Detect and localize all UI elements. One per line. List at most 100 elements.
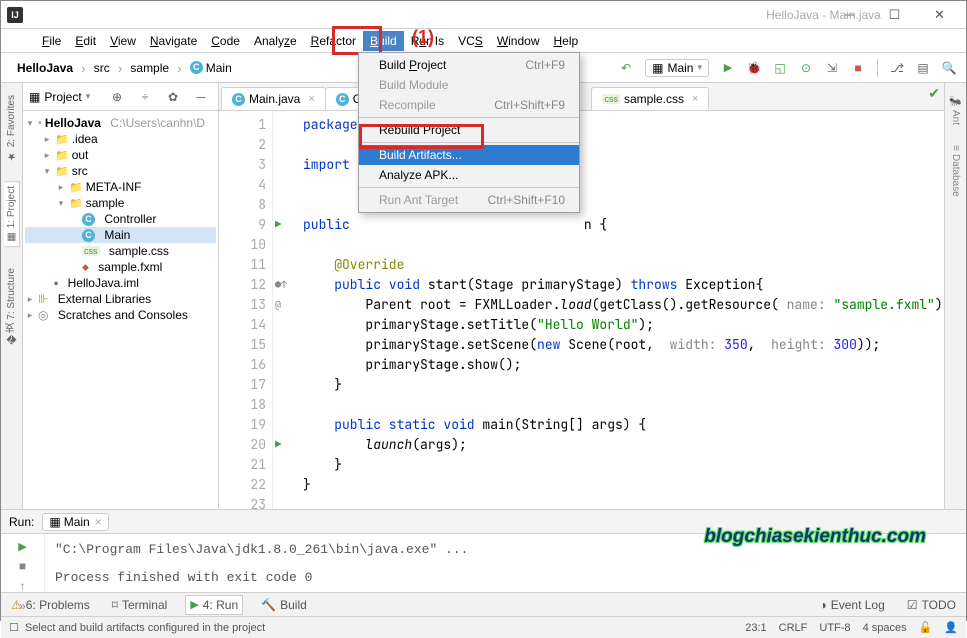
class-icon: C <box>336 93 349 106</box>
tree-samplecss[interactable]: css sample.css <box>25 243 216 259</box>
breadcrumb: HelloJava › src › sample › CMain <box>7 59 236 77</box>
bc-main[interactable]: CMain <box>186 59 236 77</box>
tree-controller[interactable]: C Controller <box>25 211 216 227</box>
tree-metainf[interactable]: ▸📁META-INF <box>25 179 216 195</box>
menu-edit[interactable]: Edit <box>68 31 103 51</box>
side-tab-favorites[interactable]: ★2: Favorites <box>4 91 19 165</box>
warning-icon: ⚠ <box>11 598 22 612</box>
class-icon: C <box>232 93 245 106</box>
menu-window[interactable]: Window <box>490 31 547 51</box>
window-title: HelloJava - Main.java <box>766 8 881 22</box>
tab-main[interactable]: CMain.java× <box>221 87 326 110</box>
lock-icon[interactable]: 🔓 <box>919 621 933 634</box>
menu-navigate[interactable]: Navigate <box>143 31 204 51</box>
project-view-icon: ▦ <box>29 90 40 104</box>
menu-refactor[interactable]: Refactor <box>304 31 363 51</box>
code-editor[interactable]: 1234891011121314151617181920212223 ▶●↑ @… <box>219 111 944 509</box>
menu-analyze[interactable]: Analyze <box>247 31 304 51</box>
bt-build[interactable]: 🔨Build <box>257 596 311 614</box>
rerun-button[interactable]: ▶ <box>18 540 26 553</box>
iml-icon: ▪ <box>54 276 58 290</box>
menu-code[interactable]: Code <box>204 31 247 51</box>
hide-icon[interactable]: ─ <box>190 86 212 108</box>
gear-icon[interactable]: ✿ <box>162 86 184 108</box>
chevron-right-icon: › <box>81 60 86 76</box>
collapse-icon[interactable]: ÷ <box>134 86 156 108</box>
menu-file[interactable]: File <box>35 31 68 51</box>
bc-project[interactable]: HelloJava <box>13 59 77 77</box>
encoding[interactable]: UTF-8 <box>819 622 850 634</box>
menu-vcs[interactable]: VCS <box>451 31 490 51</box>
line-gutter: 1234891011121314151617181920212223 <box>219 111 273 509</box>
close-button[interactable]: ✕ <box>917 2 962 28</box>
side-tab-project[interactable]: ▦1: Project <box>4 181 20 247</box>
tab-samplecss[interactable]: csssample.css× <box>591 87 709 110</box>
run-panel-title: Run: <box>9 515 34 529</box>
tree-sample[interactable]: ▾📁sample <box>25 195 216 211</box>
chevron-right-icon: › <box>118 60 123 76</box>
editor-tabs: CMain.java× CC csssample.css× <box>219 83 944 111</box>
caret-pos[interactable]: 23:1 <box>745 622 766 634</box>
close-icon[interactable]: × <box>308 93 314 105</box>
bt-terminal[interactable]: ⌑Terminal <box>108 596 172 614</box>
class-icon: C <box>82 229 95 242</box>
todo-icon: ☑ <box>907 598 918 612</box>
bc-sample[interactable]: sample <box>126 59 173 77</box>
titlebar: IJ HelloJava - Main.java ─ ☐ ✕ <box>1 1 966 29</box>
menu-item: Run Ant TargetCtrl+Shift+F10 <box>359 190 579 210</box>
run-tab[interactable]: ▦Main× <box>42 513 108 531</box>
line-ending[interactable]: CRLF <box>779 622 808 634</box>
menu-item[interactable]: Analyze APK... <box>359 165 579 185</box>
back-arrow-icon[interactable]: ↶ <box>615 57 637 79</box>
bt-problems[interactable]: ⚠6: Problems <box>7 596 94 614</box>
status-icon[interactable]: ☐ <box>9 621 19 634</box>
bt-eventlog[interactable]: ◑Event Log <box>815 596 888 614</box>
inspection-ok-icon: ✔ <box>928 85 940 102</box>
debug-button[interactable]: 🐞 <box>743 57 765 79</box>
select-open-file-icon[interactable]: ⊕ <box>106 86 128 108</box>
close-icon[interactable]: × <box>95 515 102 529</box>
menu-build[interactable]: Build <box>363 31 404 51</box>
up-icon[interactable]: ↑ <box>20 579 26 593</box>
tree-idea[interactable]: ▸📁.idea <box>25 131 216 147</box>
tree-samplefxml[interactable]: ◆ sample.fxml <box>25 259 216 275</box>
side-tab-ant[interactable]: 🐜Ant <box>948 91 963 129</box>
git-button[interactable]: ⎇ <box>886 57 908 79</box>
attach-button[interactable]: ⇲ <box>821 57 843 79</box>
bt-todo[interactable]: ☑TODO <box>903 596 960 614</box>
menu-item: RecompileCtrl+Shift+F9 <box>359 95 579 115</box>
chevron-down-icon[interactable]: ▾ <box>86 91 91 102</box>
tree-iml[interactable]: ▪ HelloJava.iml <box>25 275 216 291</box>
menu-item[interactable]: Rebuild Project <box>359 120 579 140</box>
run-config-selector[interactable]: ▦ Main ▾ <box>645 59 709 77</box>
search-button[interactable]: 🔍 <box>938 57 960 79</box>
tree-external[interactable]: ▸⊪ External Libraries <box>25 291 216 307</box>
menu-view[interactable]: View <box>103 31 143 51</box>
side-tab-structure[interactable]: �支7: Structure <box>2 264 21 348</box>
menu-item[interactable]: Build Artifacts... <box>359 145 579 165</box>
stop-button[interactable]: ■ <box>847 57 869 79</box>
tree-src[interactable]: ▾📁src <box>25 163 216 179</box>
tree-root[interactable]: ▾▪HelloJava C:\Users\canhn\D <box>25 115 216 131</box>
tree-main[interactable]: C Main <box>25 227 216 243</box>
bt-run[interactable]: ▶4: Run <box>185 595 243 615</box>
profile-button[interactable]: ⊙ <box>795 57 817 79</box>
close-icon[interactable]: × <box>692 93 698 105</box>
run-button[interactable]: ▶ <box>717 57 739 79</box>
bc-src[interactable]: src <box>90 59 114 77</box>
tree-out[interactable]: ▸📁out <box>25 147 216 163</box>
tree-scratches[interactable]: ▸◎ Scratches and Consoles <box>25 307 216 323</box>
menubar: File Edit View Navigate Code Analyze Ref… <box>1 29 966 53</box>
menu-item: Build Module <box>359 75 579 95</box>
stop-button[interactable]: ■ <box>19 559 26 573</box>
coverage-button[interactable]: ◱ <box>769 57 791 79</box>
scratch-icon: ◎ <box>38 308 48 322</box>
indent[interactable]: 4 spaces <box>863 622 907 634</box>
inspector-icon[interactable]: 👤 <box>944 621 958 634</box>
project-structure-button[interactable]: ▤ <box>912 57 934 79</box>
menu-item[interactable]: Build ProjectCtrl+F9 <box>359 55 579 75</box>
side-tab-database[interactable]: ≡Database <box>948 141 963 201</box>
menu-help[interactable]: Help <box>547 31 586 51</box>
css-icon: css <box>602 94 620 104</box>
app-icon: IJ <box>7 7 23 23</box>
